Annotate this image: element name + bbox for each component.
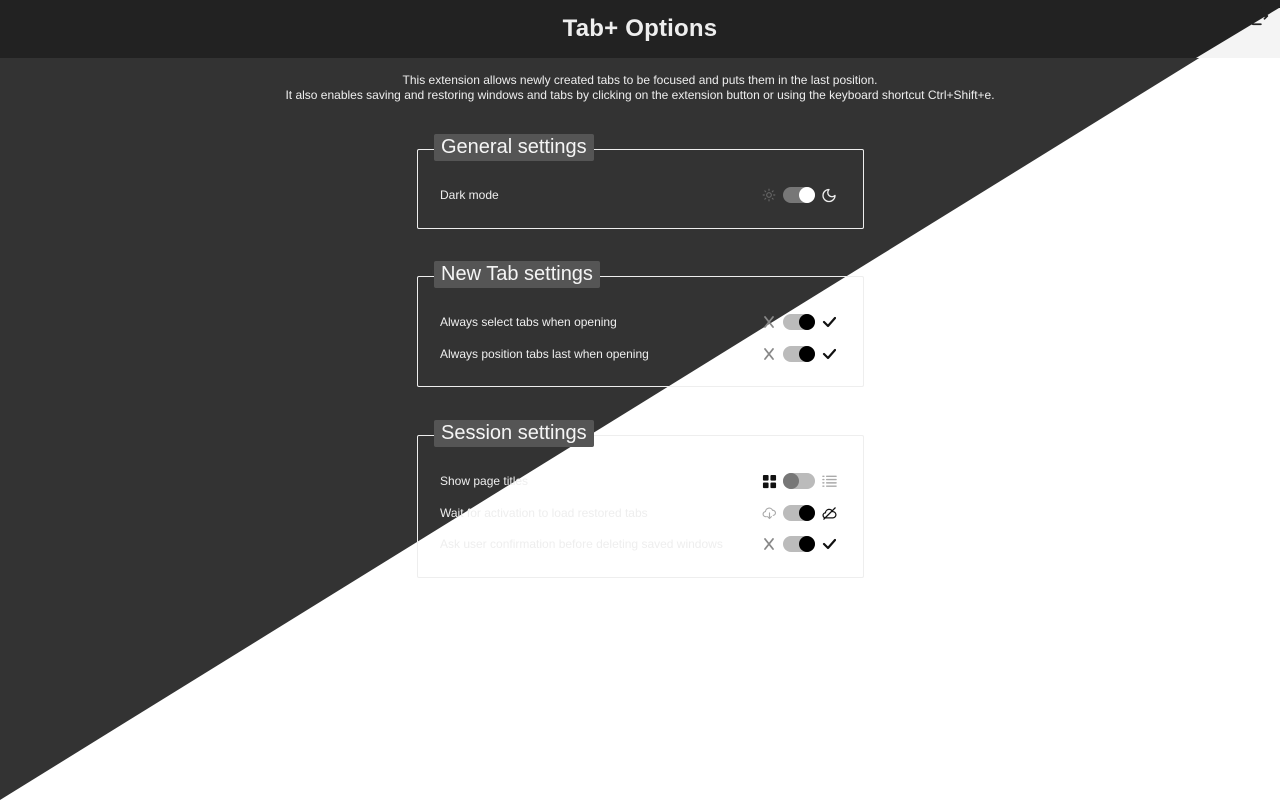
sun-icon <box>761 187 777 203</box>
page-titles-toggle[interactable] <box>783 473 815 489</box>
setting-label: Dark mode <box>440 188 499 202</box>
setting-row-select-tabs: Always select tabs when opening <box>440 311 837 333</box>
setting-label: Always select tabs when opening <box>440 315 617 329</box>
toggle-knob <box>799 505 815 521</box>
x-icon <box>761 536 777 552</box>
toggle-knob <box>783 473 799 489</box>
session-settings-panel: Session settings Show page titles Wait f… <box>417 420 864 578</box>
page-title: Tab+ Options <box>562 15 718 42</box>
setting-row-wait-activation: Wait for activation to load restored tab… <box>440 502 837 524</box>
setting-label: Always position tabs last when opening <box>440 347 649 361</box>
exit-icon <box>1250 6 1269 26</box>
description: This extension allows newly created tabs… <box>0 73 1280 102</box>
description-line-2: It also enables saving and restoring win… <box>285 87 995 102</box>
wait-activation-toggle[interactable] <box>783 505 815 521</box>
header: Tab+ Options <box>0 0 1280 58</box>
exit-button[interactable] <box>1248 5 1270 27</box>
grid-icon <box>761 473 777 489</box>
cloud-download-icon <box>761 505 777 521</box>
list-icon <box>821 473 837 489</box>
check-icon <box>821 314 837 330</box>
general-settings-title: General settings <box>434 134 594 161</box>
select-tabs-toggle[interactable] <box>783 314 815 330</box>
setting-label: Ask user confirmation before deleting sa… <box>440 537 723 551</box>
toggle-knob <box>799 187 815 203</box>
setting-row-position-tabs: Always position tabs last when opening <box>440 343 837 365</box>
dark-mode-toggle[interactable] <box>783 187 815 203</box>
setting-label: Wait for activation to load restored tab… <box>440 506 648 520</box>
newtab-settings-title: New Tab settings <box>434 261 600 288</box>
session-settings-title: Session settings <box>434 420 594 447</box>
setting-label: Show page titles <box>440 474 529 488</box>
setting-row-confirm-delete: Ask user confirmation before deleting sa… <box>440 533 837 555</box>
description-line-1: This extension allows newly created tabs… <box>402 73 878 87</box>
toggle-knob <box>799 536 815 552</box>
check-icon <box>821 346 837 362</box>
newtab-settings-panel: New Tab settings Always select tabs when… <box>417 261 864 387</box>
check-icon <box>821 536 837 552</box>
moon-icon <box>821 187 837 203</box>
toggle-knob <box>799 314 815 330</box>
setting-row-page-titles: Show page titles <box>440 470 837 492</box>
confirm-delete-toggle[interactable] <box>783 536 815 552</box>
cloud-off-icon <box>821 505 837 521</box>
toggle-knob <box>799 346 815 362</box>
general-settings-panel: General settings Dark mode <box>417 134 864 229</box>
position-tabs-toggle[interactable] <box>783 346 815 362</box>
setting-row-dark-mode: Dark mode <box>440 184 837 206</box>
x-icon <box>761 314 777 330</box>
x-icon <box>761 346 777 362</box>
